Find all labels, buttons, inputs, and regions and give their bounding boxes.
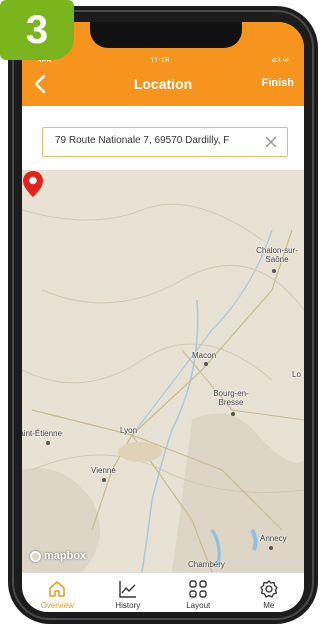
tab-bar: Overview History Layout Me [22,572,304,612]
chart-icon [119,581,136,598]
city-label: Saint-Étienne [22,429,63,438]
city-dot [231,412,235,416]
city-dot [272,269,276,273]
mapbox-logo: mapbox [30,550,86,562]
tab-layout[interactable]: Layout [163,573,234,612]
home-icon [49,581,65,597]
address-input[interactable]: 79 Route Nationale 7, 69570 Dardilly, F [55,135,255,146]
city-label: Macon [192,351,217,360]
city-label: Lo [292,370,301,379]
finish-button[interactable]: Finish [262,77,294,89]
map-terrain [22,170,304,572]
city-label: Lyon [120,426,138,435]
step-badge: 3 [0,0,74,60]
map-view[interactable]: Chalon-sur-Saône Macon Bourg-en-Bresse L… [22,170,304,572]
city-label: Vienne [91,466,116,475]
clear-icon[interactable] [265,136,277,148]
city-dot [46,441,50,445]
tab-label: Overview [40,601,74,610]
gear-icon [260,580,278,598]
address-search-field[interactable]: 79 Route Nationale 7, 69570 Dardilly, F [42,127,288,157]
grid-icon [189,580,207,598]
phone-notch [90,22,242,48]
tab-me[interactable]: Me [234,573,305,612]
tab-label: Layout [186,601,211,610]
tab-label: Me [263,601,275,610]
location-pin-icon [23,171,43,197]
city-dot [102,478,106,482]
city-label: Bourg-en-Bresse [213,389,249,407]
city-dot [269,546,273,550]
city-label: Annecy [260,534,287,543]
city-label: Chambéry [188,560,225,569]
nav-bar: Location Finish [22,62,304,106]
city-label: Chalon-sur-Saône [256,246,298,264]
city-dot [204,362,208,366]
app-screen: SFR 11:18 43 % Location Finish 79 Route … [22,22,304,612]
tab-overview[interactable]: Overview [22,573,93,612]
tab-history[interactable]: History [93,573,164,612]
search-area: 79 Route Nationale 7, 69570 Dardilly, F [22,106,304,170]
tab-label: History [115,601,141,610]
